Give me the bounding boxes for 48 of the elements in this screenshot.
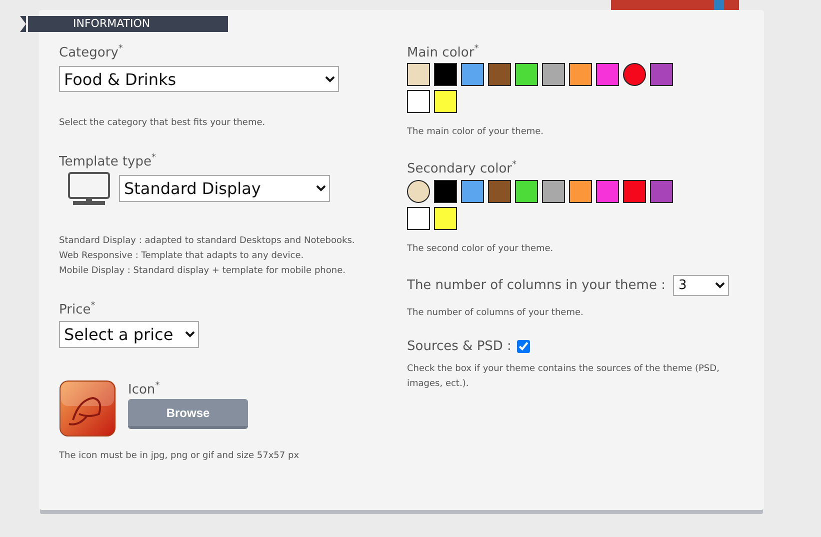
help-text: Web Responsive : Template that adapts to any device. xyxy=(59,250,305,263)
field-label: Category$^{*}$ xyxy=(59,44,124,60)
monitor-icon xyxy=(67,172,111,206)
help-text: Check the box if your theme contains the sources of the theme (PSD, images, ect.). xyxy=(407,362,720,391)
color-swatch[interactable] xyxy=(434,206,457,230)
color-swatch[interactable] xyxy=(515,63,538,86)
color-swatch[interactable] xyxy=(542,63,565,86)
color-swatch[interactable] xyxy=(434,180,457,203)
color-swatch[interactable] xyxy=(623,63,646,86)
color-swatch[interactable] xyxy=(569,63,592,86)
help-text: Standard Display : adapted to standard Desktops and Notebooks. xyxy=(59,234,356,248)
template-type-select[interactable]: Standard Display xyxy=(119,175,330,202)
color-swatch[interactable] xyxy=(407,180,430,203)
color-swatch[interactable] xyxy=(650,180,673,203)
color-swatch[interactable] xyxy=(407,90,430,114)
help-text: The main color of your theme. xyxy=(407,126,545,140)
color-swatch[interactable] xyxy=(542,180,565,203)
field-label: Main color$^{*}$ xyxy=(407,44,480,60)
color-swatch[interactable] xyxy=(596,180,619,203)
field-label: Sources & PSD : xyxy=(407,338,512,354)
color-swatch[interactable] xyxy=(407,206,430,230)
field-label: Secondary color$^{*}$ xyxy=(407,160,518,177)
checkbox[interactable] xyxy=(517,340,530,353)
color-swatch[interactable] xyxy=(569,180,592,203)
color-swatch[interactable] xyxy=(650,63,673,86)
price-select[interactable]: Select a price xyxy=(59,320,199,348)
help-text: Select the category that best fits your theme. xyxy=(59,117,266,130)
section-title: INFORMATION xyxy=(28,16,228,32)
color-swatch[interactable] xyxy=(461,180,484,203)
category-select[interactable]: Food & Drinks xyxy=(59,66,339,92)
columns-select[interactable]: 3 xyxy=(673,274,730,296)
color-swatch[interactable] xyxy=(623,180,646,203)
color-swatch[interactable] xyxy=(515,180,538,203)
field-label: Price$^{*}$ xyxy=(59,300,96,317)
field-label: Template type$^{*}$ xyxy=(59,153,157,170)
color-swatch[interactable] xyxy=(434,90,457,114)
field-label: The number of columns in your theme : xyxy=(407,278,666,293)
color-swatch[interactable] xyxy=(596,63,619,86)
color-swatch[interactable] xyxy=(434,63,457,86)
help-text: The icon must be in jpg, png or gif and size 57x57 px xyxy=(59,450,300,463)
help-text: The number of columns of your theme. xyxy=(407,306,584,320)
help-text: Mobile Display : Standard display + template for mobile phone. xyxy=(59,264,346,278)
field-label: Icon$^{*}$ xyxy=(128,380,161,398)
color-swatch[interactable] xyxy=(488,63,511,86)
color-swatch[interactable] xyxy=(488,180,511,203)
color-swatch[interactable] xyxy=(407,63,430,86)
help-text: The second color of your theme. xyxy=(407,242,554,256)
color-swatch[interactable] xyxy=(461,63,484,86)
